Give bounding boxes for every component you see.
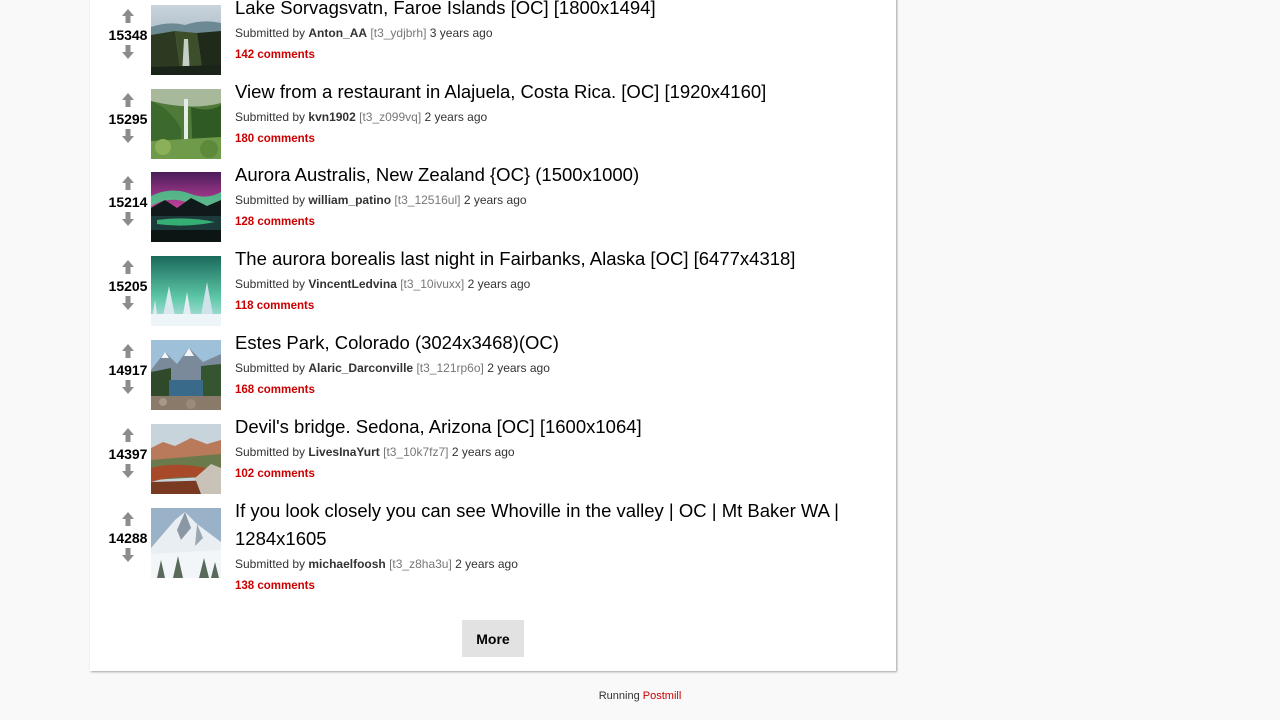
submitter-username[interactable]: VincentLedvina: [308, 277, 396, 291]
more-button[interactable]: More: [462, 620, 524, 657]
vote-controls: 15295: [102, 89, 154, 159]
submission-list: 15348 Lake Sorvagsvatn, Faroe Islands [O…: [90, 0, 896, 671]
submission-title[interactable]: Devil's bridge. Sedona, Arizona [OC] [16…: [235, 413, 875, 441]
upvote-arrow-icon[interactable]: [121, 344, 135, 358]
score: 14397: [108, 446, 148, 462]
thumbnail-snowy-mountain[interactable]: [151, 508, 221, 578]
score: 15348: [108, 27, 148, 43]
submission-age: 3 years ago: [429, 26, 493, 40]
vote-controls: 15205: [102, 256, 154, 326]
submission-id: [t3_121rp6o]: [416, 361, 484, 375]
score: 15295: [108, 111, 148, 127]
submission-age: 2 years ago: [424, 110, 488, 124]
submission-title[interactable]: The aurora borealis last night in Fairba…: [235, 245, 875, 273]
submitted-by-label: Submitted by: [235, 110, 306, 124]
submitted-by-label: Submitted by: [235, 361, 306, 375]
upvote-arrow-icon[interactable]: [121, 9, 135, 23]
submitter-username[interactable]: Alaric_Darconville: [308, 361, 413, 375]
submission-meta: Submitted by LivesInaYurt [t3_10k7fz7] 2…: [235, 444, 515, 460]
submission-id: [t3_z099vq]: [359, 110, 422, 124]
downvote-arrow-icon[interactable]: [121, 45, 135, 59]
postmill-link[interactable]: Postmill: [643, 690, 682, 702]
thumbnail-red-rock-bridge[interactable]: [151, 424, 221, 494]
submission-meta: Submitted by kvn1902 [t3_z099vq] 2 years…: [235, 109, 487, 125]
submission-title[interactable]: If you look closely you can see Whoville…: [235, 497, 875, 553]
submission-meta: Submitted by VincentLedvina [t3_10ivuxx]…: [235, 276, 530, 292]
upvote-arrow-icon[interactable]: [121, 260, 135, 274]
submitter-username[interactable]: Anton_AA: [308, 26, 367, 40]
score: 14288: [108, 530, 148, 546]
downvote-arrow-icon[interactable]: [121, 464, 135, 478]
comments-link[interactable]: 118 comments: [235, 299, 314, 313]
submission-title[interactable]: Lake Sorvagsvatn, Faroe Islands [OC] [18…: [235, 0, 875, 22]
upvote-arrow-icon[interactable]: [121, 428, 135, 442]
vote-controls: 14917: [102, 340, 154, 410]
comments-link[interactable]: 128 comments: [235, 215, 315, 229]
upvote-arrow-icon[interactable]: [121, 176, 135, 190]
submitter-username[interactable]: william_patino: [308, 193, 391, 207]
submission-meta: Submitted by william_patino [t3_12516ul]…: [235, 192, 527, 208]
submission-title[interactable]: Aurora Australis, New Zealand {OC} (1500…: [235, 161, 875, 189]
comments-link[interactable]: 180 comments: [235, 132, 315, 146]
submitted-by-label: Submitted by: [235, 277, 306, 291]
comments-link[interactable]: 102 comments: [235, 467, 315, 481]
downvote-arrow-icon[interactable]: [121, 548, 135, 562]
vote-controls: 15348: [102, 5, 154, 75]
vote-controls: 15214: [102, 172, 154, 242]
comments-link[interactable]: 138 comments: [235, 579, 315, 593]
vote-controls: 14397: [102, 424, 154, 494]
score: 15205: [108, 278, 148, 294]
thumbnail-lake-waterfall[interactable]: [151, 5, 221, 75]
submission-age: 2 years ago: [467, 277, 531, 291]
thumbnail-aurora-australis[interactable]: [151, 172, 221, 242]
submission-meta: Submitted by michaelfoosh [t3_z8ha3u] 2 …: [235, 556, 518, 572]
submitted-by-label: Submitted by: [235, 26, 306, 40]
upvote-arrow-icon[interactable]: [121, 512, 135, 526]
score: 14917: [108, 362, 148, 378]
submission-id: [t3_12516ul]: [394, 193, 461, 207]
submission-title[interactable]: Estes Park, Colorado (3024x3468)(OC): [235, 329, 875, 357]
submitted-by-label: Submitted by: [235, 193, 306, 207]
submitted-by-label: Submitted by: [235, 557, 306, 571]
submission-age: 2 years ago: [455, 557, 518, 571]
thumbnail-mountain-lake[interactable]: [151, 340, 221, 410]
comments-link[interactable]: 168 comments: [235, 383, 315, 397]
downvote-arrow-icon[interactable]: [121, 296, 135, 310]
footer-running-label: Running: [598, 690, 640, 702]
submitter-username[interactable]: LivesInaYurt: [308, 445, 379, 459]
submission-id: [t3_10k7fz7]: [383, 445, 449, 459]
submission-meta: Submitted by Alaric_Darconville [t3_121r…: [235, 360, 550, 376]
footer: Running Postmill: [0, 689, 1280, 703]
submitter-username[interactable]: kvn1902: [308, 110, 355, 124]
upvote-arrow-icon[interactable]: [121, 93, 135, 107]
submission-id: [t3_z8ha3u]: [389, 557, 452, 571]
submission-age: 2 years ago: [487, 361, 550, 375]
vote-controls: 14288: [102, 508, 154, 578]
submission-title[interactable]: View from a restaurant in Alajuela, Cost…: [235, 78, 875, 106]
comments-link[interactable]: 142 comments: [235, 48, 315, 62]
submitted-by-label: Submitted by: [235, 445, 306, 459]
submission-meta: Submitted by Anton_AA [t3_ydjbrh] 3 year…: [235, 25, 493, 41]
score: 15214: [108, 194, 148, 210]
downvote-arrow-icon[interactable]: [121, 129, 135, 143]
downvote-arrow-icon[interactable]: [121, 212, 135, 226]
downvote-arrow-icon[interactable]: [121, 380, 135, 394]
thumbnail-jungle-waterfall[interactable]: [151, 89, 221, 159]
submission-age: 2 years ago: [463, 193, 527, 207]
submitter-username[interactable]: michaelfoosh: [308, 557, 385, 571]
thumbnail-aurora-borealis[interactable]: [151, 256, 221, 326]
submission-id: [t3_10ivuxx]: [400, 277, 465, 291]
submission-id: [t3_ydjbrh]: [370, 26, 427, 40]
submission-age: 2 years ago: [451, 445, 515, 459]
